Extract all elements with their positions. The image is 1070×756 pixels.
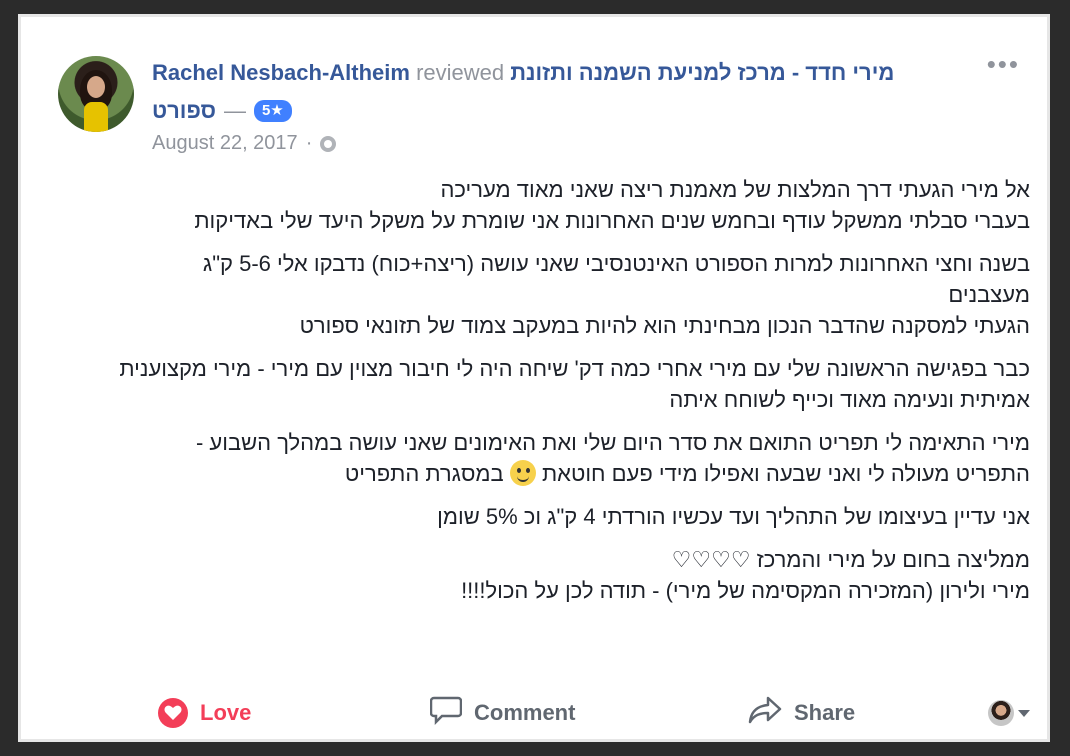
post-header: Rachel Nesbach-Altheim reviewed מירי חדד… (152, 58, 992, 88)
love-label: Love (200, 700, 252, 725)
post-meta: August 22, 2017 · (152, 132, 337, 155)
review-line: ממליצה בחום על מירי והמרכז ♡♡♡♡ (671, 547, 1030, 572)
review-line: הגעתי למסקנה שהדבר הנכון מבחינתי הוא להי… (299, 313, 1030, 338)
review-line: אני עדיין בעיצומו של התהליך ועד עכשיו הו… (437, 504, 1030, 529)
comment-icon (429, 695, 463, 731)
review-line: מירי ולירון (המזכירה המקסימה של מירי) - … (461, 578, 1030, 603)
review-line: בעברי סבלתי ממשקל עודף ובחמש שנים האחרונ… (194, 208, 1030, 233)
separator-dash: — (223, 98, 246, 123)
post-header-line2: ספורט — 5★ (152, 96, 292, 126)
heart-icon (158, 698, 188, 728)
love-button[interactable]: Love (158, 698, 251, 728)
review-paragraph: ממליצה בחום על מירי והמרכז ♡♡♡♡ מירי ולי… (118, 544, 1030, 606)
post-as-selector[interactable] (988, 700, 1030, 726)
review-line: כבר בפגישה הראשונה שלי עם מירי אחרי כמה … (119, 356, 1030, 412)
post-date[interactable]: August 22, 2017 (152, 132, 298, 155)
review-line: אל מירי הגעתי דרך המלצות של מאמנת ריצה ש… (440, 177, 1030, 202)
review-paragraph: בשנה וחצי האחרונות למרות הספורט האינטנסי… (118, 248, 1030, 341)
review-paragraph: אני עדיין בעיצומו של התהליך ועד עכשיו הו… (118, 501, 1030, 532)
page-name-link[interactable]: מירי חדד - מרכז למניעת השמנה ותזונת (510, 60, 894, 85)
author-name[interactable]: Rachel Nesbach-Altheim (152, 60, 410, 85)
review-post-card: Rachel Nesbach-Altheim reviewed מירי חדד… (18, 14, 1050, 742)
review-paragraph: מירי התאימה לי תפריט התואם את סדר היום ש… (118, 427, 1030, 489)
review-line: במסגרת התפריט (344, 461, 504, 486)
share-arrow-icon (748, 696, 782, 730)
author-avatar[interactable] (58, 56, 134, 132)
more-options-icon[interactable]: ••• (987, 51, 1020, 77)
share-label: Share (794, 700, 856, 725)
smiley-emoji-icon (509, 460, 536, 486)
review-text: אל מירי הגעתי דרך המלצות של מאמנת ריצה ש… (118, 174, 1030, 618)
share-button[interactable]: Share (748, 696, 855, 730)
review-line: מירי התאימה לי תפריט התואם את סדר היום ש… (195, 430, 1030, 486)
rating-badge: 5★ (253, 100, 292, 122)
avatar-shirt (84, 102, 108, 132)
post-actions-bar: Love Comment Share (58, 686, 1048, 740)
chevron-down-icon (1018, 709, 1030, 717)
comment-button[interactable]: Comment (429, 695, 576, 731)
comment-label: Comment (474, 700, 576, 725)
viewer-avatar (988, 700, 1014, 726)
globe-icon (320, 135, 337, 152)
review-paragraph: אל מירי הגעתי דרך המלצות של מאמנת ריצה ש… (118, 174, 1030, 236)
screenshot-frame: Rachel Nesbach-Altheim reviewed מירי חדד… (0, 0, 1070, 756)
avatar-face (87, 76, 105, 98)
meta-dot: · (305, 132, 313, 154)
page-name-link-continued[interactable]: ספורט (152, 96, 216, 126)
review-paragraph: כבר בפגישה הראשונה שלי עם מירי אחרי כמה … (118, 353, 1030, 415)
review-verb: reviewed (416, 60, 505, 85)
review-line: בשנה וחצי האחרונות למרות הספורט האינטנסי… (202, 251, 1030, 307)
